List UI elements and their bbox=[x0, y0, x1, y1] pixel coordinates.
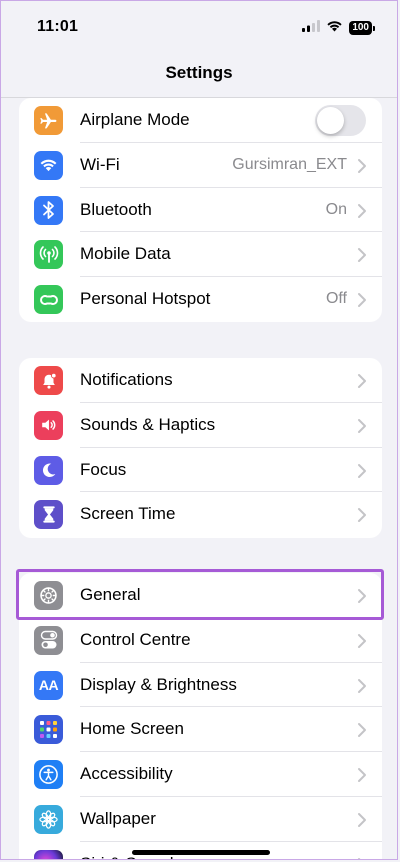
row-label: Mobile Data bbox=[80, 244, 171, 264]
settings-row-control-centre[interactable]: Control Centre bbox=[19, 618, 382, 663]
row-label: Display & Brightness bbox=[80, 674, 237, 694]
flower-icon bbox=[34, 804, 63, 834]
settings-row-personal-hotspot[interactable]: Personal Hotspot Off bbox=[19, 277, 382, 322]
chevron-right-icon bbox=[358, 768, 366, 783]
chevron-right-icon bbox=[358, 508, 366, 523]
row-label: Sounds & Haptics bbox=[80, 414, 216, 434]
settings-row-display-brightness[interactable]: AA Display & Brightness bbox=[19, 663, 382, 708]
status-indicators: 100 bbox=[302, 19, 375, 37]
chevron-right-icon bbox=[358, 857, 361, 859]
switches-icon bbox=[34, 625, 63, 655]
settings-row-mobile-data[interactable]: Mobile Data bbox=[19, 232, 382, 278]
chevron-right-icon bbox=[358, 158, 366, 173]
wifi-icon bbox=[34, 150, 63, 180]
general-group: General Control Centre AA Display & Brig… bbox=[19, 573, 382, 859]
settings-row-notifications[interactable]: Notifications bbox=[19, 358, 382, 403]
chevron-right-icon bbox=[358, 463, 366, 478]
app-grid-icon bbox=[34, 715, 63, 745]
settings-row-accessibility[interactable]: Accessibility bbox=[19, 752, 382, 797]
airplane-mode-toggle[interactable] bbox=[315, 105, 366, 136]
wifi-status-icon bbox=[326, 19, 343, 37]
settings-row-wifi[interactable]: Wi-Fi Gursimran_EXT bbox=[19, 143, 382, 188]
speaker-icon bbox=[34, 410, 63, 440]
chevron-right-icon bbox=[358, 203, 366, 218]
settings-row-bluetooth[interactable]: Bluetooth On bbox=[19, 188, 382, 233]
siri-icon bbox=[34, 849, 63, 859]
settings-row-airplane-mode[interactable]: Airplane Mode bbox=[19, 98, 382, 143]
aa-text-icon: AA bbox=[34, 670, 63, 700]
accessibility-icon bbox=[34, 760, 63, 790]
chevron-right-icon bbox=[358, 633, 366, 648]
chevron-right-icon bbox=[358, 678, 366, 693]
row-label: Focus bbox=[80, 459, 127, 479]
home-indicator[interactable] bbox=[132, 850, 270, 855]
bluetooth-icon bbox=[34, 195, 63, 225]
status-bar: 11:01 100 bbox=[1, 1, 397, 51]
settings-row-screen-time[interactable]: Screen Time bbox=[19, 492, 382, 537]
settings-row-focus[interactable]: Focus bbox=[19, 448, 382, 493]
gear-icon bbox=[34, 581, 63, 610]
row-label: Home Screen bbox=[80, 719, 184, 739]
chevron-right-icon bbox=[358, 589, 366, 603]
row-label: Bluetooth bbox=[80, 199, 152, 219]
row-label: Screen Time bbox=[80, 504, 176, 524]
status-time: 11:01 bbox=[37, 18, 79, 35]
row-label: Control Centre bbox=[80, 629, 191, 649]
settings-row-general[interactable]: General bbox=[19, 573, 382, 618]
chevron-right-icon bbox=[358, 293, 366, 308]
battery-icon: 100 bbox=[349, 21, 375, 35]
chevron-right-icon bbox=[358, 374, 366, 388]
chevron-right-icon bbox=[358, 418, 366, 433]
wifi-network-value: Gursimran_EXT bbox=[232, 155, 347, 173]
row-label: Personal Hotspot bbox=[80, 289, 211, 309]
chevron-right-icon bbox=[358, 723, 366, 738]
row-label: Wi-Fi bbox=[80, 154, 120, 174]
connectivity-group: Airplane Mode Wi-Fi Gursimran_EXT Blueto… bbox=[19, 98, 382, 322]
antenna-icon bbox=[34, 240, 63, 270]
row-label: Accessibility bbox=[80, 764, 173, 784]
bell-icon bbox=[34, 366, 63, 395]
airplane-icon bbox=[34, 106, 63, 135]
row-label: Notifications bbox=[80, 370, 173, 389]
settings-screen: 11:01 100 Settings Airplane Mode Wi-Fi G… bbox=[0, 0, 398, 860]
row-label: Airplane Mode bbox=[80, 110, 190, 129]
row-label: Wallpaper bbox=[80, 808, 156, 828]
battery-level: 100 bbox=[349, 21, 372, 35]
cellular-signal-icon bbox=[302, 19, 321, 37]
notifications-group: Notifications Sounds & Haptics Focus Scr… bbox=[19, 358, 382, 538]
chevron-right-icon bbox=[358, 812, 366, 827]
hotspot-link-icon bbox=[34, 285, 63, 315]
chevron-right-icon bbox=[358, 248, 366, 263]
row-label: General bbox=[80, 585, 141, 604]
settings-row-home-screen[interactable]: Home Screen bbox=[19, 707, 382, 753]
page-title: Settings bbox=[165, 63, 233, 82]
hotspot-value: Off bbox=[325, 290, 347, 308]
settings-row-wallpaper[interactable]: Wallpaper bbox=[19, 797, 382, 842]
bluetooth-value: On bbox=[325, 200, 347, 218]
moon-icon bbox=[34, 455, 63, 485]
settings-row-sounds-haptics[interactable]: Sounds & Haptics bbox=[19, 403, 382, 448]
hourglass-icon bbox=[34, 500, 63, 530]
